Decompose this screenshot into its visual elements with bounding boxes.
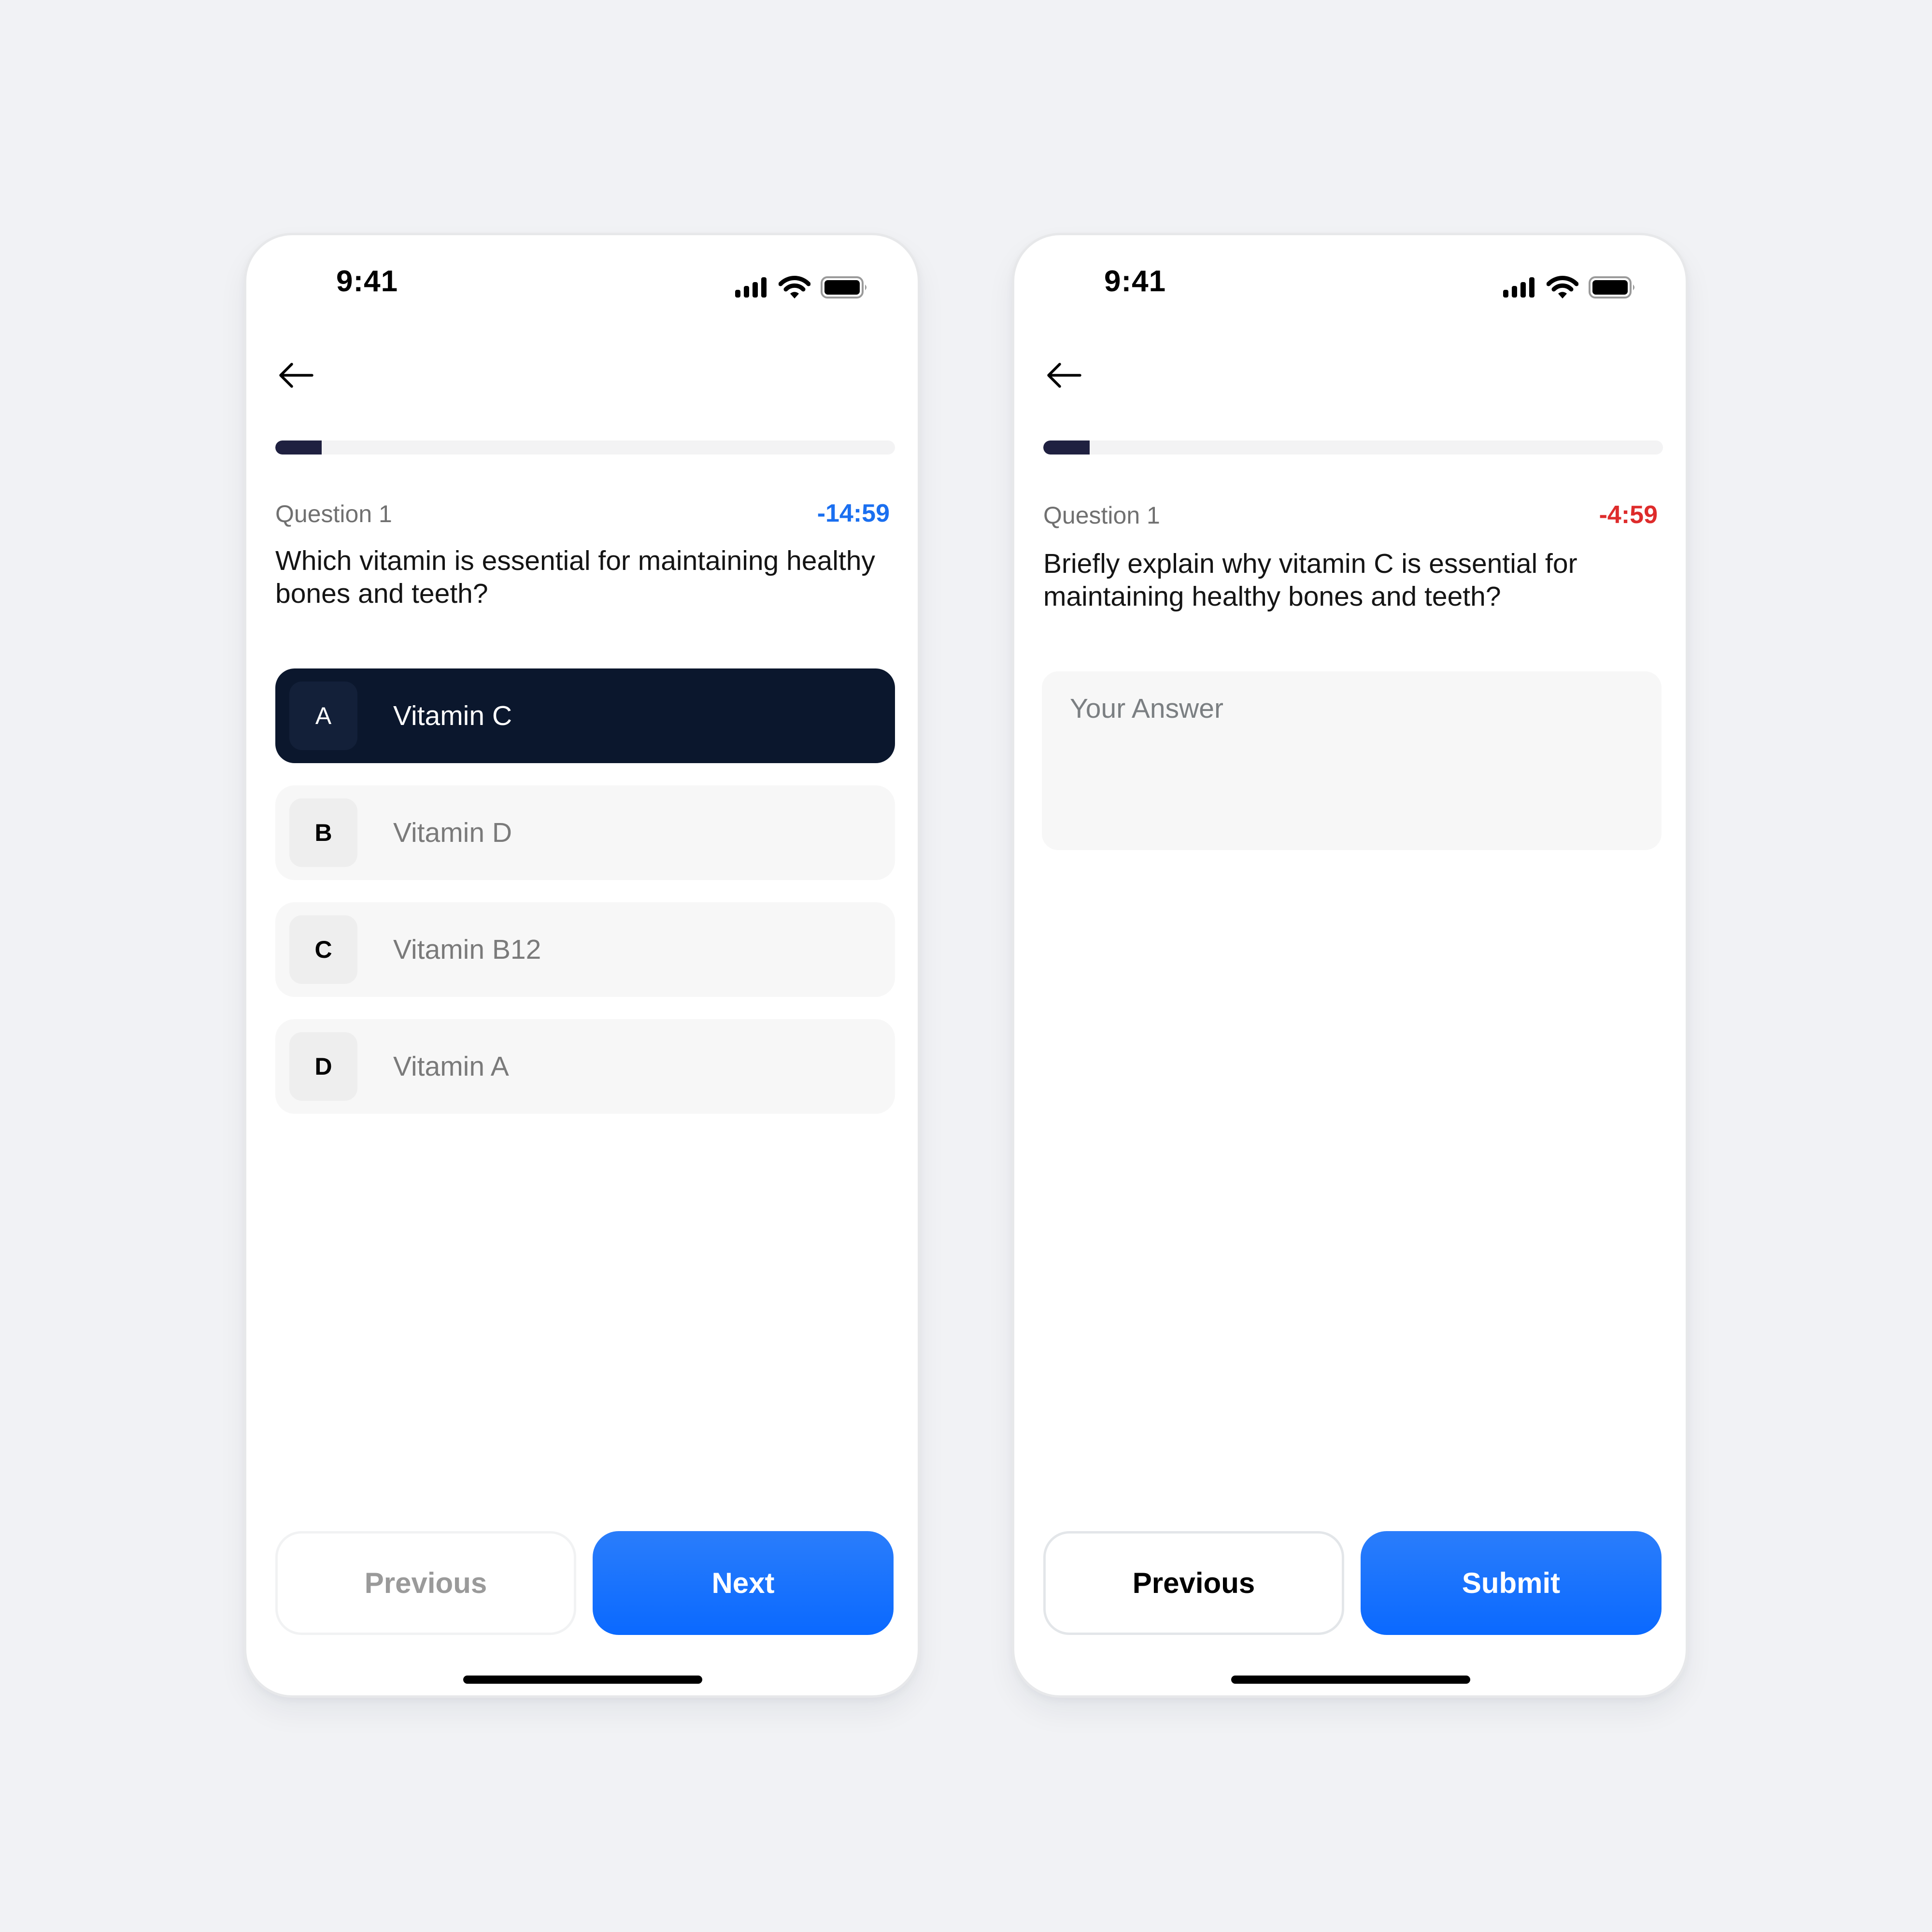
previous-button[interactable]: Previous <box>1043 1531 1344 1635</box>
question-number: Question 1 <box>275 500 392 527</box>
status-time: 9:41 <box>1104 265 1166 298</box>
submit-button[interactable]: Submit <box>1361 1531 1662 1635</box>
progress-bar <box>1043 440 1663 455</box>
question-text: Which vitamin is essential for maintaini… <box>275 545 875 609</box>
option-d[interactable]: D Vitamin A <box>275 1019 895 1114</box>
wifi-icon <box>779 276 810 298</box>
countdown-timer: -4:59 <box>1599 501 1658 529</box>
next-button[interactable]: Next <box>593 1531 894 1635</box>
option-letter: C <box>289 915 357 984</box>
wifi-icon <box>1547 276 1578 298</box>
arrow-left-icon <box>1047 363 1081 388</box>
arrow-left-icon <box>279 363 313 388</box>
home-indicator <box>463 1676 702 1684</box>
back-button[interactable] <box>1045 358 1084 392</box>
option-b[interactable]: B Vitamin D <box>275 785 895 880</box>
option-letter: B <box>289 798 357 867</box>
phone-screen-multiple-choice: 9:41 Question 1 -14:59 Which vitamin is … <box>244 233 920 1698</box>
home-indicator <box>1231 1676 1470 1684</box>
battery-icon <box>821 276 867 298</box>
status-icons <box>729 275 869 299</box>
phone-screen-written-answer: 9:41 Question 1 -4:59 Briefly explain wh… <box>1012 233 1688 1698</box>
countdown-timer: -14:59 <box>817 499 890 527</box>
option-a[interactable]: A Vitamin C <box>275 668 895 763</box>
battery-icon <box>1589 276 1634 298</box>
status-icons <box>1497 275 1637 299</box>
option-label: Vitamin B12 <box>393 934 541 965</box>
option-label: Vitamin C <box>393 700 512 731</box>
back-button[interactable] <box>277 358 316 392</box>
option-c[interactable]: C Vitamin B12 <box>275 902 895 997</box>
progress-fill <box>275 440 322 455</box>
previous-button[interactable]: Previous <box>275 1531 576 1635</box>
option-label: Vitamin D <box>393 817 512 848</box>
progress-bar <box>275 440 895 455</box>
question-number: Question 1 <box>1043 502 1160 529</box>
option-letter: A <box>289 682 357 750</box>
option-letter: D <box>289 1032 357 1101</box>
answer-textarea[interactable] <box>1042 671 1662 850</box>
progress-fill <box>1043 440 1090 455</box>
question-text: Briefly explain why vitamin C is essenti… <box>1043 548 1577 612</box>
option-label: Vitamin A <box>393 1051 509 1082</box>
signal-icon <box>1503 277 1534 298</box>
status-time: 9:41 <box>336 265 398 298</box>
signal-icon <box>735 277 767 298</box>
